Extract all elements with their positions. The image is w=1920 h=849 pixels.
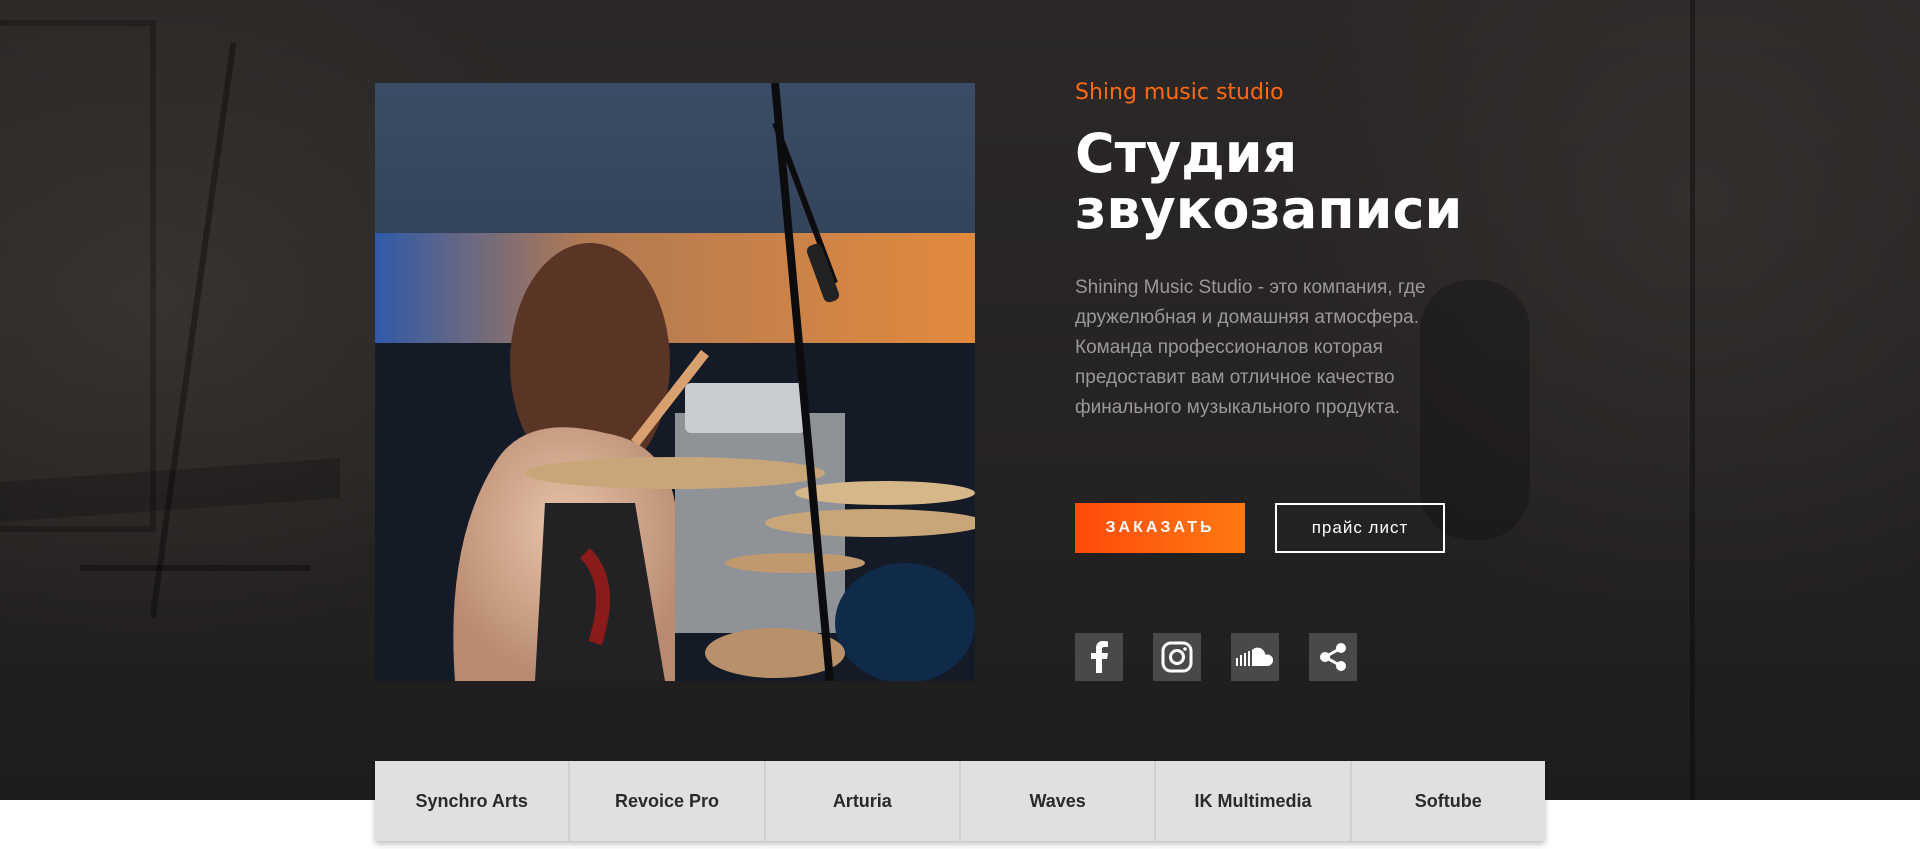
brand-arturia[interactable]: Arturia (765, 761, 961, 841)
studio-eyebrow: Shing music studio (1075, 80, 1284, 105)
order-button[interactable]: ЗАКАЗАТЬ (1075, 503, 1245, 553)
background-mic-stand (149, 42, 237, 618)
share-link[interactable] (1309, 633, 1357, 681)
brand-softube[interactable]: Softube (1351, 761, 1545, 841)
brand-waves[interactable]: Waves (960, 761, 1157, 841)
price-list-button[interactable]: прайс лист (1275, 503, 1445, 553)
instagram-link[interactable] (1153, 633, 1201, 681)
brand-synchro-arts[interactable]: Synchro Arts (375, 761, 571, 841)
share-icon (1320, 643, 1346, 671)
facebook-icon (1091, 641, 1108, 673)
studio-photo (375, 83, 975, 681)
title-line-1: Студия (1075, 122, 1298, 185)
studio-description: Shining Music Studio - это компания, где… (1075, 277, 1426, 418)
soundcloud-link[interactable] (1231, 633, 1279, 681)
drummer-image (375, 83, 975, 681)
background-mic-stand-base (80, 565, 310, 571)
background-stand-right (1690, 0, 1695, 800)
facebook-link[interactable] (1075, 633, 1123, 681)
instagram-icon (1161, 641, 1193, 673)
title-line-2: звукозаписи (1075, 178, 1463, 241)
brand-ik-multimedia[interactable]: IK Multimedia (1156, 761, 1352, 841)
page-title: Студия звукозаписи (1075, 126, 1595, 238)
hero-section: Shing music studio Студия звукозаписи Sh… (0, 0, 1920, 800)
partner-brands-bar: Synchro Arts Revoice Pro Arturia Waves I… (375, 761, 1545, 841)
soundcloud-icon (1236, 647, 1274, 666)
brand-revoice-pro[interactable]: Revoice Pro (570, 761, 766, 841)
background-door (0, 20, 156, 532)
